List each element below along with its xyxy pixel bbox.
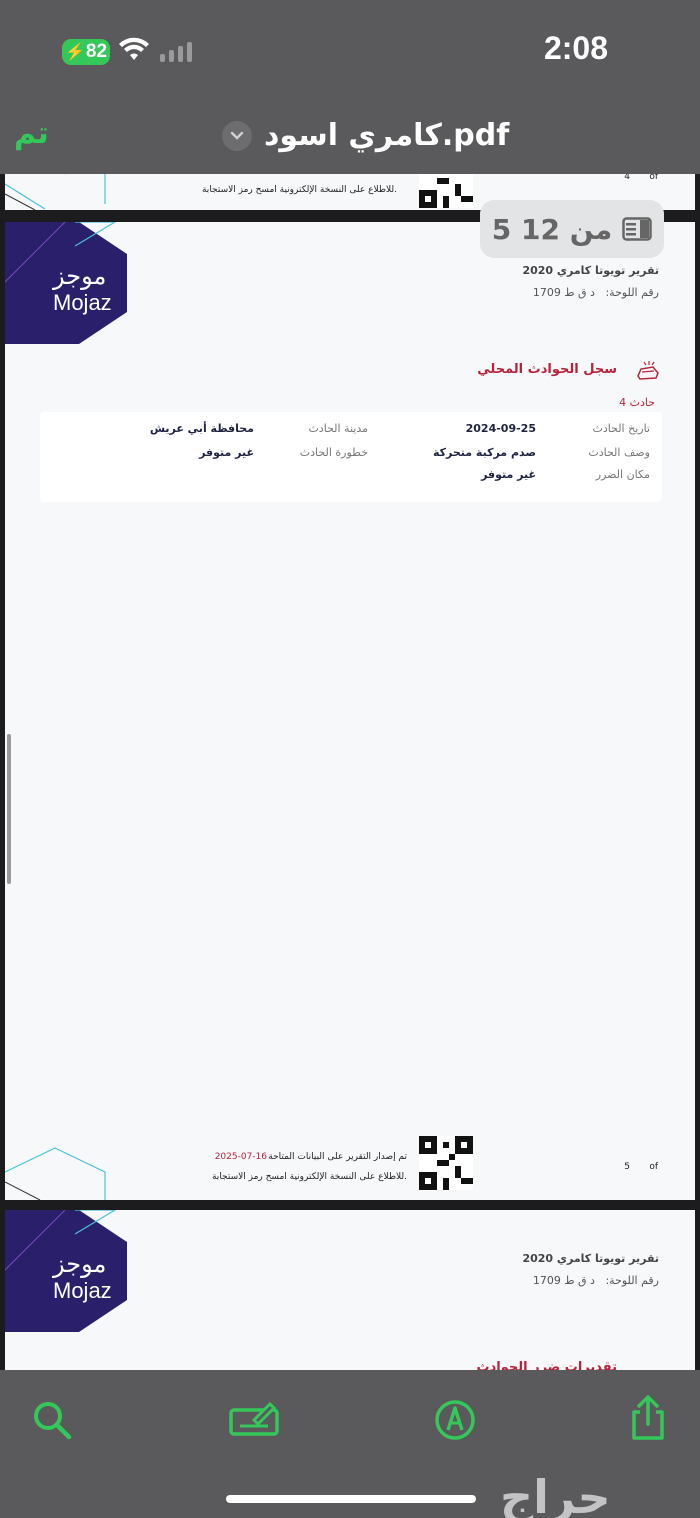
page-indicator-text: 5 من 12 bbox=[491, 212, 613, 246]
mojaz-logo: موجز Mojaz bbox=[5, 222, 135, 346]
status-bar: ⚡ 82 2:08 bbox=[0, 0, 700, 104]
accident-city-value: محافظة أبي عريش bbox=[149, 422, 254, 435]
charging-bolt-icon: ⚡ bbox=[64, 44, 85, 61]
report-title: تقرير تويوتا كامري 2020 bbox=[522, 264, 659, 277]
pdf-document-view[interactable]: للاطلاع على النسخة الإلكترونية امسح رمز … bbox=[0, 174, 700, 1370]
accident-label: حادث 4 bbox=[619, 396, 655, 409]
navigation-bar: تم كامري اسود.pdf bbox=[0, 104, 700, 174]
plate-label: رقم اللوحة: bbox=[605, 1274, 659, 1287]
logo-arabic-text: موجز bbox=[53, 262, 107, 290]
plate-value: د ق ط 1709 bbox=[532, 286, 595, 299]
section-title: سجل الحوادث المحلي bbox=[477, 362, 617, 377]
battery-level: 82 bbox=[85, 41, 108, 62]
pdf-page-5: موجز Mojaz تقرير تويوتا كامري 2020 رقم ا… bbox=[5, 222, 695, 1200]
page-number: 5 bbox=[624, 1162, 630, 1172]
plate-number-row: رقم اللوحة: د ق ط 1709 bbox=[533, 286, 659, 299]
logo-english-text: Mojaz bbox=[53, 290, 112, 315]
section-title: تقديرات ضرر الحوادث bbox=[476, 1360, 617, 1370]
done-button[interactable]: تم bbox=[14, 116, 49, 151]
accident-details-card: تاريخ الحادث 2024-09-25 مدينة الحادث محا… bbox=[40, 412, 662, 502]
accident-date-value: 2024-09-25 bbox=[465, 422, 536, 435]
page-indicator: 5 من 12 bbox=[480, 200, 664, 258]
accident-severity-label: خطورة الحادث bbox=[299, 446, 368, 459]
accident-severity-value: غير متوفر bbox=[199, 446, 254, 459]
damage-location-label: مكان الضرر bbox=[595, 468, 650, 481]
wifi-icon bbox=[119, 37, 149, 60]
haraj-watermark: حراج bbox=[500, 1470, 611, 1518]
sidebar-thumbnails-icon[interactable] bbox=[622, 217, 652, 241]
mojaz-logo: موجز Mojaz bbox=[5, 1210, 135, 1334]
pdf-page-6: موجز Mojaz تقرير تويوتا كامري 2020 رقم ا… bbox=[5, 1210, 695, 1370]
plate-value: د ق ط 1709 bbox=[532, 1274, 595, 1287]
document-title-menu[interactable]: كامري اسود.pdf bbox=[222, 118, 509, 153]
car-crash-icon bbox=[637, 361, 659, 380]
status-time: 2:08 bbox=[543, 30, 608, 66]
scan-signature-icon[interactable] bbox=[228, 1398, 280, 1442]
plate-label: رقم اللوحة: bbox=[605, 286, 659, 299]
search-icon[interactable] bbox=[30, 1398, 74, 1442]
scroll-indicator[interactable] bbox=[7, 734, 11, 884]
markup-pen-icon[interactable] bbox=[433, 1398, 477, 1442]
report-title: تقرير تويوتا كامري 2020 bbox=[522, 1252, 659, 1265]
pdf-viewer-screen: ⚡ 82 2:08 تم كامري اسود.pdf للاطلاع على … bbox=[0, 0, 700, 1518]
chevron-down-icon[interactable] bbox=[222, 120, 252, 151]
cellular-signal-icon bbox=[160, 42, 192, 62]
home-indicator[interactable] bbox=[226, 1495, 476, 1503]
accident-desc-value: صدم مركبة متحركة bbox=[432, 446, 536, 459]
logo-english-text: Mojaz bbox=[53, 1278, 112, 1303]
page-corner-decoration bbox=[5, 174, 106, 210]
logo-arabic-text: موجز bbox=[53, 1250, 107, 1278]
scan-instruction-text: للاطلاع على النسخة الإلكترونية امسح رمز … bbox=[211, 1172, 407, 1182]
report-issued-date: 2025-07-16 bbox=[214, 1152, 267, 1162]
page-corner-decoration bbox=[5, 1147, 106, 1200]
accident-desc-label: وصف الحادث bbox=[588, 446, 650, 459]
damage-location-value: غير متوفر bbox=[481, 468, 536, 481]
accident-city-label: مدينة الحادث bbox=[308, 422, 368, 435]
report-issued-text: تم إصدار التقرير على البيانات المتاحة bbox=[268, 1152, 407, 1162]
accident-date-label: تاريخ الحادث bbox=[592, 422, 651, 435]
share-icon[interactable] bbox=[628, 1394, 668, 1442]
qr-code[interactable] bbox=[419, 174, 473, 208]
scan-instruction-text: للاطلاع على النسخة الإلكترونية امسح رمز … bbox=[201, 185, 397, 195]
page-number: 4 bbox=[624, 174, 630, 182]
page-of-label: of bbox=[649, 174, 658, 182]
document-title: كامري اسود.pdf bbox=[264, 118, 510, 153]
battery-indicator: ⚡ 82 bbox=[62, 39, 110, 65]
plate-number-row: رقم اللوحة: د ق ط 1709 bbox=[533, 1274, 659, 1287]
qr-code[interactable] bbox=[419, 1136, 473, 1190]
page-of-label: of bbox=[649, 1162, 658, 1172]
